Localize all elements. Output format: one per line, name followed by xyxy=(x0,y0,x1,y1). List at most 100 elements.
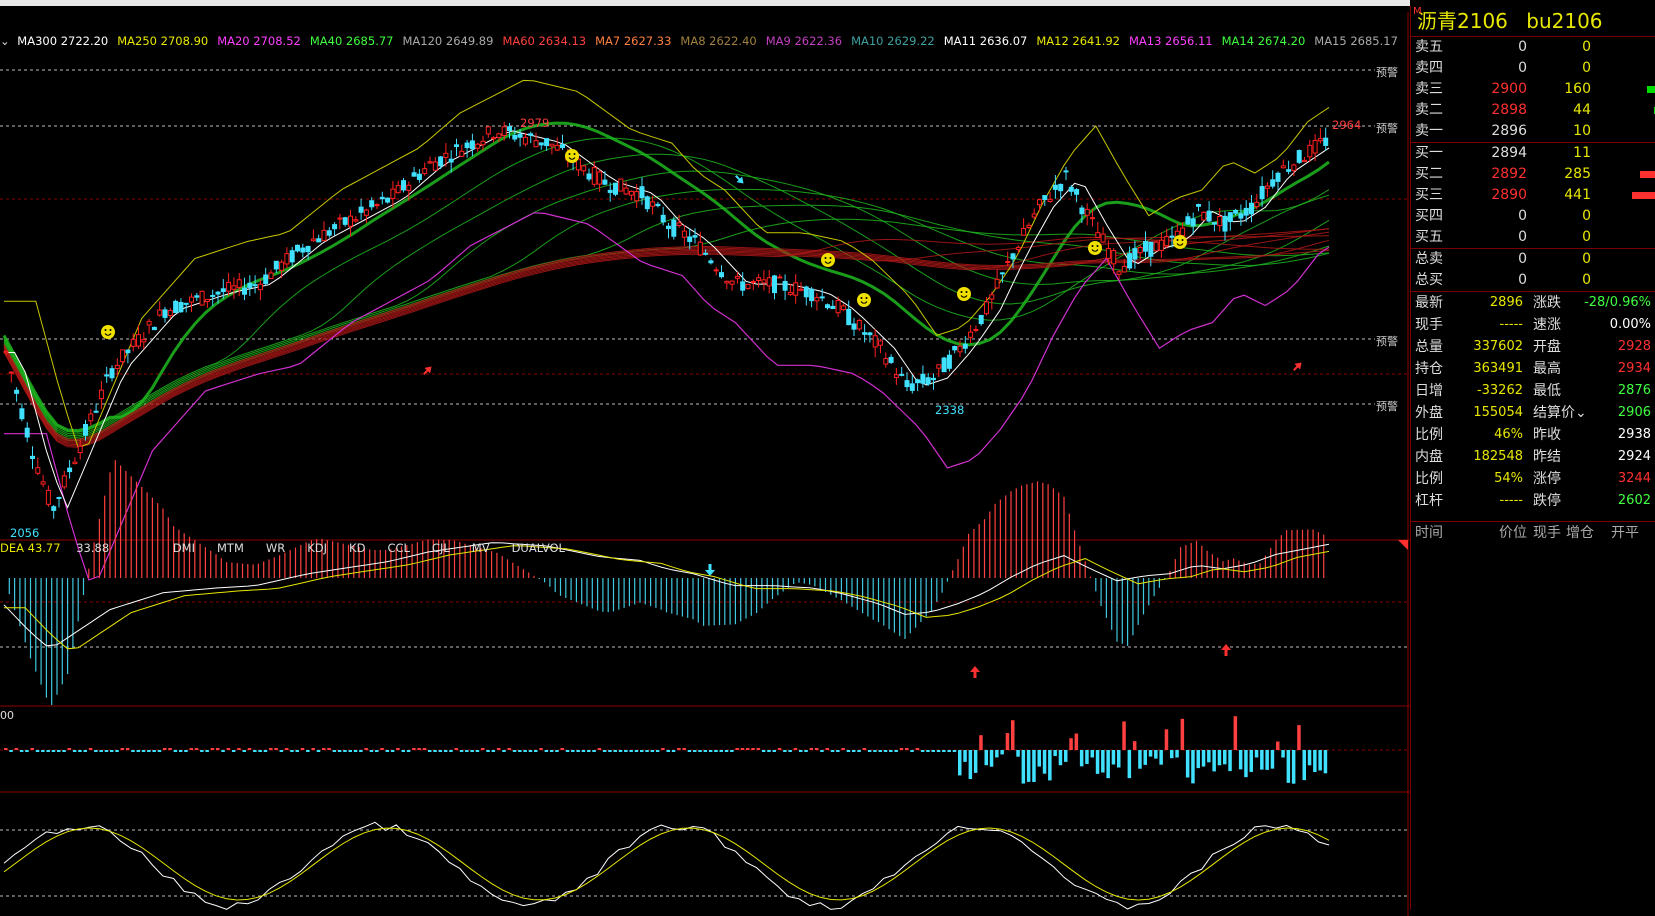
signal-smiley-icon[interactable] xyxy=(565,149,579,163)
volume-bar xyxy=(470,750,474,752)
candlestick xyxy=(1286,160,1292,175)
tick-header-2[interactable]: 现手 xyxy=(1533,522,1561,544)
candlestick xyxy=(925,373,931,386)
volume-bar xyxy=(157,750,162,752)
volume-bar xyxy=(820,750,824,752)
order-book-row[interactable]: 买四 0 0 xyxy=(1411,206,1655,227)
candlestick xyxy=(909,374,915,394)
volume-bar xyxy=(534,750,538,752)
tick-header-1[interactable]: 价位 xyxy=(1499,522,1527,544)
candlestick xyxy=(14,387,20,402)
order-total-row: 总卖 0 0 xyxy=(1411,249,1655,270)
indicator-tab-dmi[interactable]: DMI xyxy=(173,541,195,555)
candlestick xyxy=(936,364,942,378)
level-name: 卖三 xyxy=(1415,81,1443,97)
candlestick xyxy=(316,234,322,243)
signal-smiley-icon[interactable] xyxy=(957,287,971,301)
candlestick xyxy=(1185,212,1191,225)
indicator-tab-ccl[interactable]: CCL xyxy=(387,541,409,555)
order-book-row[interactable]: 买五 0 0 xyxy=(1411,227,1655,248)
signal-smiley-icon[interactable] xyxy=(1088,241,1102,255)
signal-smiley-icon[interactable] xyxy=(857,293,871,307)
volume-bar xyxy=(942,750,946,752)
volume-bar xyxy=(1138,750,1142,769)
candlestick xyxy=(88,409,94,426)
candlestick xyxy=(1143,231,1148,258)
order-book-row[interactable]: 买三 2890 441 xyxy=(1411,185,1655,206)
volume-bar xyxy=(841,748,845,750)
stat-label[interactable]: 结算价⌄ xyxy=(1533,402,1587,424)
stat-label: 比例 xyxy=(1415,427,1443,443)
volume-bar xyxy=(311,748,315,750)
candlestick xyxy=(242,277,247,301)
volume-bar xyxy=(200,750,204,752)
volume-bar xyxy=(306,750,310,752)
volume-bar xyxy=(396,748,400,750)
candlestick xyxy=(893,367,899,386)
volume-bar xyxy=(1223,750,1227,765)
order-book-row[interactable]: 卖四 0 0 xyxy=(1411,58,1655,79)
candlestick xyxy=(787,283,793,296)
warning-line-tag[interactable]: 预警 xyxy=(1376,120,1398,136)
contract-title[interactable]: M 沥青2106 bu2106 xyxy=(1411,6,1655,37)
order-book-row[interactable]: 卖五 0 0 xyxy=(1411,37,1655,58)
level-name: 卖一 xyxy=(1415,123,1443,139)
volume-bar xyxy=(406,750,411,752)
candlestick xyxy=(469,133,475,157)
volume-bar xyxy=(290,750,294,752)
ma-legend-toggle-icon[interactable]: ⌄ xyxy=(0,34,10,48)
volume-bar xyxy=(989,750,994,767)
warning-line-tag[interactable]: 预警 xyxy=(1376,333,1398,349)
volume-bar xyxy=(518,750,522,752)
indicator-tab-wr[interactable]: WR xyxy=(266,541,285,555)
order-book-row[interactable]: 买一 2894 11 xyxy=(1411,143,1655,164)
volume-bar xyxy=(1154,750,1158,759)
signal-smiley-icon[interactable] xyxy=(821,253,835,267)
level-price: 2896 xyxy=(1491,123,1527,139)
volume-bar xyxy=(205,750,209,752)
volume-bar xyxy=(83,750,87,752)
kline-chart[interactable] xyxy=(0,12,1410,916)
candlestick xyxy=(973,325,979,333)
volume-bar xyxy=(1318,750,1322,771)
indicator-tab-kdj[interactable]: KDJ xyxy=(307,541,327,555)
chart-area[interactable]: ⌄ MA300 2722.20 MA250 2708.90 MA20 2708.52… xyxy=(0,0,1410,916)
candlestick xyxy=(1280,159,1286,169)
volume-bar xyxy=(465,750,469,752)
candlestick xyxy=(35,457,41,476)
volume-bar xyxy=(1101,750,1105,773)
volume-bar xyxy=(671,750,676,752)
ma-legend-item: MA11 2636.07 xyxy=(943,34,1028,48)
order-book-row[interactable]: 买二 2892 285 xyxy=(1411,164,1655,185)
candlestick xyxy=(761,270,767,291)
quote-stat-row: 持仓 363491 最高 2934 xyxy=(1411,358,1655,380)
tick-header-0[interactable]: 时间 xyxy=(1415,522,1443,544)
volume-bar xyxy=(799,750,803,752)
candlestick xyxy=(273,260,279,274)
order-book-row[interactable]: 卖二 2898 44 xyxy=(1411,100,1655,121)
candlestick xyxy=(968,324,974,344)
indicator-tab-kd[interactable]: KD xyxy=(349,541,365,555)
volume-bar xyxy=(905,748,909,750)
indicator-tab-mv[interactable]: MV xyxy=(472,541,490,555)
candlestick xyxy=(1074,188,1080,203)
indicator-tab-dualvol[interactable]: DUALVOL xyxy=(512,541,565,555)
volume-bar xyxy=(1095,750,1100,774)
signal-smiley-icon[interactable] xyxy=(101,325,115,339)
order-book-row[interactable]: 卖三 2900 160 xyxy=(1411,79,1655,100)
warning-line-tag[interactable]: 预警 xyxy=(1376,64,1398,80)
tick-header-3[interactable]: 增仓 xyxy=(1566,522,1594,544)
indicator-tab-mtm[interactable]: MTM xyxy=(217,541,244,555)
candlestick xyxy=(385,197,391,204)
indicator-tab-cjl[interactable]: CJL xyxy=(432,541,450,555)
order-book-row[interactable]: 卖一 2896 10 xyxy=(1411,121,1655,142)
volume-bar xyxy=(544,750,549,752)
candlestick xyxy=(67,460,73,479)
tick-header-4[interactable]: 开平 xyxy=(1611,522,1639,544)
candlestick xyxy=(337,213,343,230)
signal-smiley-icon[interactable] xyxy=(1173,235,1187,249)
volume-bar xyxy=(1021,750,1026,784)
price-bottom-label: 2056 xyxy=(10,526,40,540)
warning-line-tag[interactable]: 预警 xyxy=(1376,398,1398,414)
stat-value: 363491 xyxy=(1473,361,1523,376)
